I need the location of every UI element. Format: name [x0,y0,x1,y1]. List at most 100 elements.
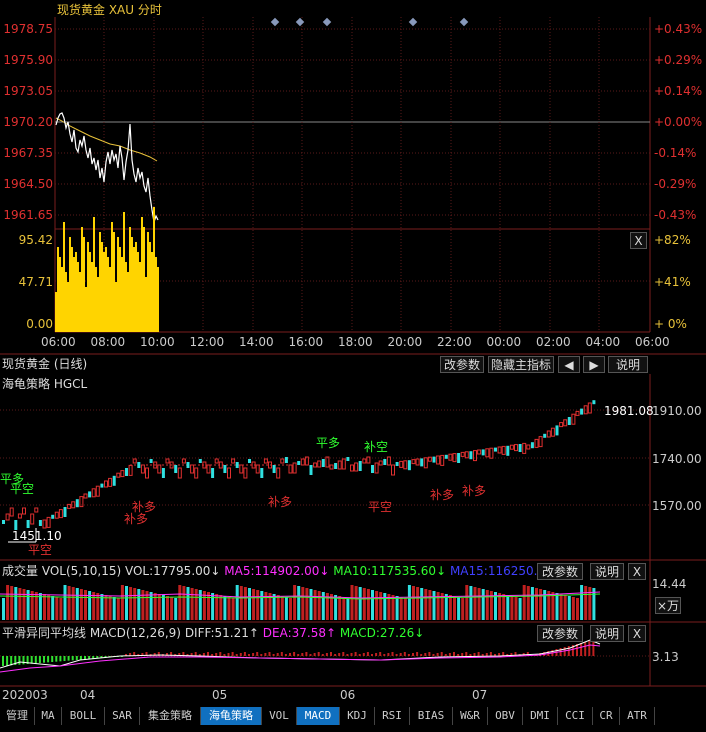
volume-label: 成交量 [2,564,39,578]
volume-bar [223,596,227,620]
macd-bar [330,652,332,656]
volume-bar [293,585,297,620]
macd-bar [248,654,250,656]
volume-bar [243,587,247,620]
macd-bar [477,652,480,656]
macd-bar [457,654,460,656]
time-axis-label: 06:00 [635,335,670,349]
help-button[interactable]: 说明 [608,356,648,373]
price-line [55,112,159,223]
tab-bias[interactable]: BIAS [410,707,453,725]
volume-bar [416,587,420,620]
volume-bar [555,593,559,620]
tab-atr[interactable]: ATR [620,707,655,725]
time-axis-label: 06:00 [41,335,76,349]
candle [530,442,534,449]
macd-close-button[interactable]: X [628,625,646,642]
params-button[interactable]: 改参数 [440,356,484,373]
candle [383,459,387,465]
tab-boll[interactable]: BOLL [62,707,105,725]
macd-bar [227,653,230,656]
macd-bar [473,653,476,656]
macd-bar [75,656,78,660]
candle [26,520,30,528]
volume-bar [342,597,346,620]
date-label: 04 [80,688,96,702]
volume-ma5: MA5:114902.00↓ [224,564,330,578]
volume-y-label: 14.44 [652,577,687,591]
hide-indicator-button[interactable]: 隐藏主指标 [488,356,554,373]
volume-bar [121,257,123,332]
macd-bar [334,654,337,656]
candle [255,464,260,474]
candle [371,465,374,473]
candle [563,419,568,427]
macd-bar [256,652,259,656]
tab-海龟策略[interactable]: 海龟策略 [201,707,262,725]
macd-params-button[interactable]: 改参数 [537,625,583,642]
candle [485,448,490,458]
volume-bar [81,227,83,332]
price-axis-label: 1978.75 [3,22,53,36]
volume-bar [69,237,71,332]
tab-dmi[interactable]: DMI [523,707,558,725]
tab-管理[interactable]: 管理 [0,707,35,725]
tab-ma[interactable]: MA [35,707,62,725]
volume-params-button[interactable]: 改参数 [537,563,583,580]
volume-bar [59,598,63,620]
candle [75,499,79,508]
pct-axis-label: +0.14% [654,84,703,98]
date-label: 06 [340,688,356,702]
tab-集金策略[interactable]: 集金策略 [140,707,201,725]
volume-bar [231,598,235,620]
scroll-right-button[interactable]: ▶ [583,356,605,373]
volume-bar [133,588,137,620]
candle [518,444,522,452]
close-intraday-button[interactable]: X [630,232,647,249]
volume-bar [297,586,301,620]
candle [362,458,367,464]
tab-sar[interactable]: SAR [105,707,140,725]
macd-params: MACD(12,26,9) [89,626,181,640]
tab-w&r[interactable]: W&R [453,707,488,725]
macd-bar [383,654,386,656]
tab-rsi[interactable]: RSI [375,707,410,725]
volume-bar [119,247,121,332]
macd-help-button[interactable]: 说明 [590,625,624,642]
tab-cr[interactable]: CR [593,707,620,725]
time-axis-label: 04:00 [585,335,621,349]
volume-bar [79,272,81,332]
tab-kdj[interactable]: KDJ [340,707,375,725]
daily-candles [2,400,596,530]
volume-bar [101,242,103,332]
volume-help-button[interactable]: 说明 [590,563,624,580]
price-axis-label: 1964.50 [3,177,53,191]
volume-bar [526,586,530,620]
volume-bar [91,262,93,332]
candle [186,462,190,468]
scroll-left-button[interactable]: ◀ [558,356,580,373]
tab-obv[interactable]: OBV [488,707,523,725]
tab-macd[interactable]: MACD [297,707,340,725]
volume-bar [584,586,588,620]
macd-bar [34,656,37,664]
vol-pct-axis-label: +41% [654,275,691,289]
tab-vol[interactable]: VOL [262,707,297,725]
macd-title: 平滑异同平均线 MACD(12,26,9) DIFF:51.21↑ DEA:37… [2,626,424,640]
volume-ma10: MA10:117535.60↓ [333,564,447,578]
volume-bar [125,586,128,620]
volume-close-button[interactable]: X [628,563,646,580]
macd-bar [309,654,312,656]
tab-cci[interactable]: CCI [558,707,593,725]
volume-bar [155,257,157,332]
volume-unit-button[interactable]: ×万 [655,597,681,614]
volume-bar [350,585,354,620]
volume-bar [105,247,107,332]
volume-bar [43,594,46,620]
volume-bar [71,587,75,620]
volume-bar [506,595,510,620]
candle [211,468,215,478]
volume-bar [141,590,145,620]
volume-bar [84,590,87,620]
volume-bar [55,292,57,332]
